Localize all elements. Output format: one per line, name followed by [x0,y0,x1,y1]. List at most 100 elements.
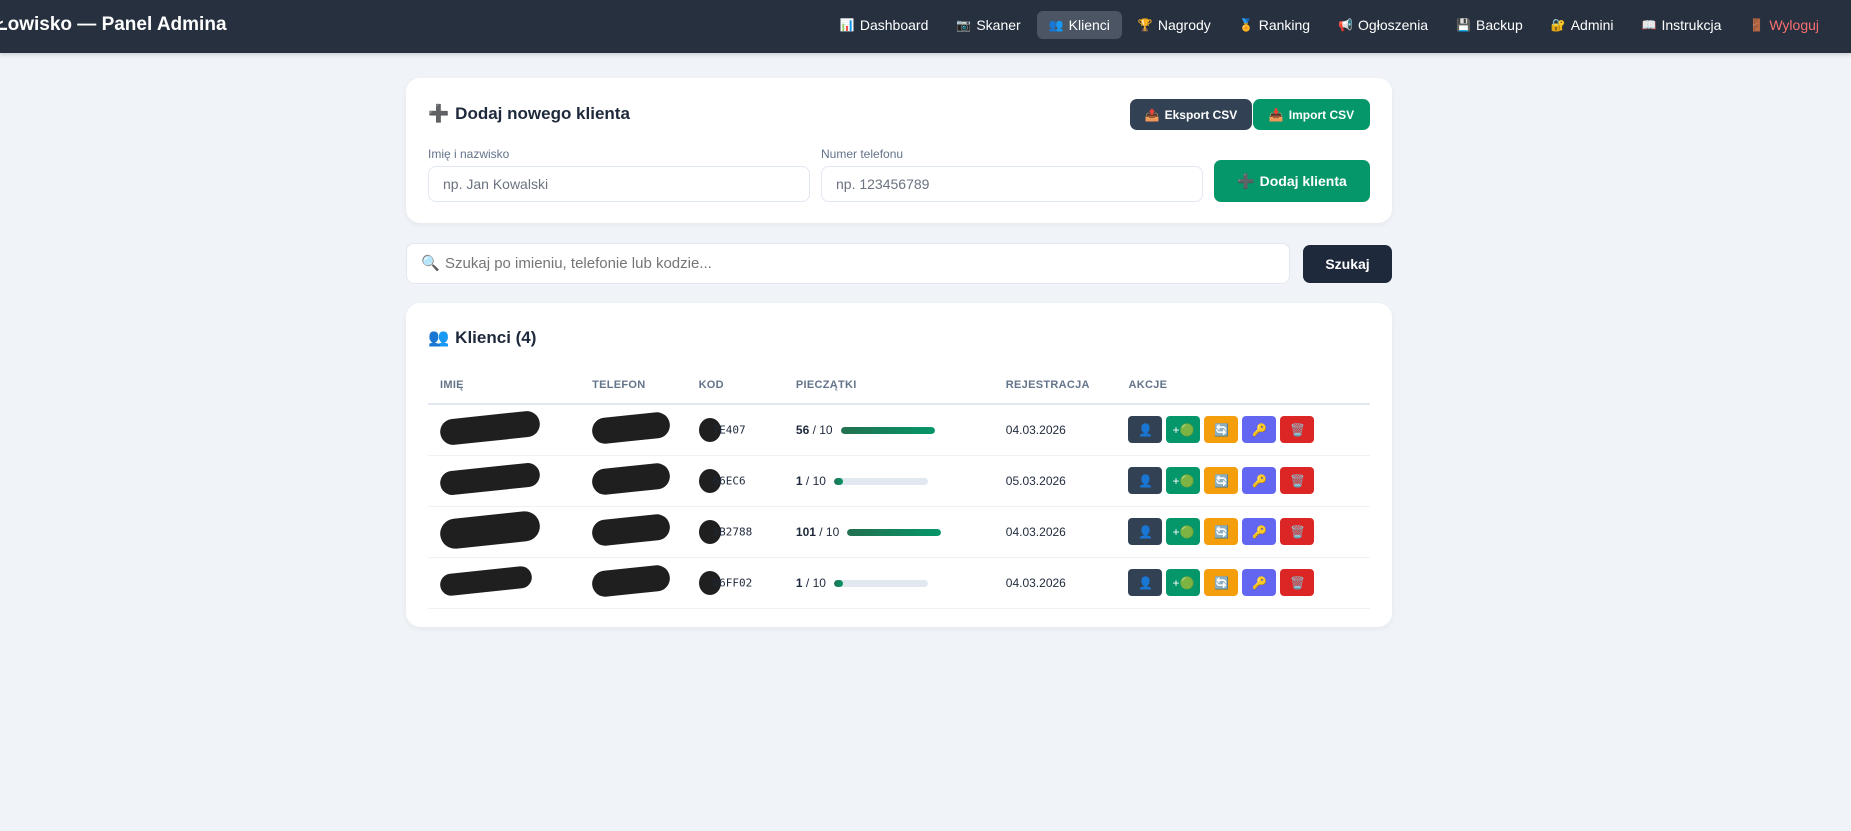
stamp-max: / 10 [805,575,826,590]
client-code: 7E407 [712,423,746,437]
add-stamp-icon: +🟢 [1172,575,1195,590]
key-button[interactable]: 🔑 [1242,467,1277,494]
delete-button[interactable]: 🗑️ [1280,416,1315,444]
search-icon: 🔍 [421,255,440,272]
stamp-max: / 10 [819,524,840,539]
add-stamp-button[interactable]: +🟢 [1166,416,1201,444]
client-code: 5B2788 [712,525,753,538]
key-icon: 🔑 [1251,524,1267,539]
reset-button[interactable]: 🔄 [1204,569,1239,596]
redacted-phone [590,512,672,548]
delete-icon: 🗑️ [1289,524,1305,539]
key-button[interactable]: 🔑 [1242,518,1277,545]
nav-icon: 🚪 [1749,18,1765,32]
delete-button[interactable]: 🗑️ [1280,518,1315,545]
nav-icon: 💾 [1456,18,1472,32]
profile-icon: 👤 [1137,524,1153,539]
registration-date: 04.03.2026 [993,557,1117,609]
key-button[interactable]: 🔑 [1242,569,1277,596]
profile-icon: 👤 [1137,575,1153,590]
redacted-name [439,461,541,497]
add-client-button[interactable]: ➕ Dodaj klienta [1214,160,1370,202]
search-input[interactable] [445,244,1275,283]
registration-date: 04.03.2026 [993,404,1117,456]
stamp-progress [833,477,928,485]
users-icon: 👥 [428,328,450,347]
profile-button[interactable]: 👤 [1128,467,1163,494]
table-row: D6FF02 1 / 10 04.03.2026 👤 +🟢 🔄 🔑 🗑️ [428,557,1370,609]
key-icon: 🔑 [1251,473,1267,488]
nav-admini[interactable]: 🔐 Admini [1539,11,1626,39]
nav-nagrody[interactable]: 🏆 Nagrody [1126,11,1223,39]
app-title: Łowisko — Panel Admina [0,14,227,35]
column-header: IMIĘ [428,367,581,405]
plus-icon: ➕ [1237,172,1255,189]
phone-input[interactable] [821,166,1203,202]
reset-button[interactable]: 🔄 [1204,518,1239,545]
reset-button[interactable]: 🔄 [1204,467,1239,494]
add-stamp-button[interactable]: +🟢 [1166,518,1201,545]
nav-icon: 🔐 [1550,18,1566,32]
delete-icon: 🗑️ [1289,575,1305,590]
nav-wyloguj[interactable]: 🚪 Wyloguj [1737,11,1831,39]
registration-date: 04.03.2026 [993,506,1117,558]
client-code: D6FF02 [712,576,753,589]
delete-button[interactable]: 🗑️ [1280,467,1315,494]
export-csv-button[interactable]: 📤 Eksport CSV [1130,99,1252,130]
profile-button[interactable]: 👤 [1128,569,1163,596]
add-stamp-button[interactable]: +🟢 [1166,569,1201,596]
column-header: REJESTRACJA [993,367,1117,405]
profile-button[interactable]: 👤 [1128,416,1163,444]
stamp-count: 1 [795,575,803,590]
nav-dashboard[interactable]: 📊 Dashboard [828,11,940,39]
stamp-count: 101 [795,524,816,539]
delete-icon: 🗑️ [1289,422,1305,437]
stamp-max: / 10 [805,473,826,488]
reset-icon: 🔄 [1213,422,1229,437]
add-client-card: ➕ Dodaj nowego klienta 📤 Eksport CSV 📥 Impo… [406,78,1392,223]
upload-icon: 📤 [1144,107,1160,122]
nav-icon: 📷 [956,18,972,32]
stamp-progress [847,528,942,536]
stamp-count: 1 [795,473,803,488]
registration-date: 05.03.2026 [993,455,1117,507]
clients-card: 👥 Klienci (4) IMIĘ TELEFON KOD PIECZĄTKI REJE… [406,303,1392,627]
table-row: 66EC6 1 / 10 05.03.2026 👤 +🟢 🔄 🔑 🗑️ [428,455,1370,507]
search-box: 🔍 [406,243,1290,284]
delete-button[interactable]: 🗑️ [1280,569,1315,596]
redacted-name [439,565,533,597]
stamp-count: 56 [795,422,810,437]
top-bar: Łowisko — Panel Admina 📊 Dashboard 📷 Skaner… [0,0,1851,53]
nav-instrukcja[interactable]: 📖 Instrukcja [1630,11,1734,39]
key-button[interactable]: 🔑 [1242,416,1277,444]
nav-ranking[interactable]: 🏅 Ranking [1227,11,1322,39]
redacted-phone [590,563,672,599]
nav-backup[interactable]: 💾 Backup [1444,11,1535,39]
clients-title: Klienci (4) [455,328,537,347]
search-button[interactable]: Szukaj [1303,245,1392,283]
nav-icon: 📊 [839,18,855,32]
reset-icon: 🔄 [1213,524,1229,539]
name-label: Imię i nazwisko [428,147,510,161]
nav-ogłoszenia[interactable]: 📢 Ogłoszenia [1326,11,1440,39]
reset-icon: 🔄 [1213,473,1229,488]
clients-table: IMIĘ TELEFON KOD PIECZĄTKI REJESTRACJA AKCJE … [428,367,1370,609]
add-client-title: Dodaj nowego klienta [455,104,630,123]
name-input[interactable] [428,166,810,202]
add-stamp-icon: +🟢 [1172,473,1195,488]
stamp-max: / 10 [812,422,833,437]
import-csv-button[interactable]: 📥 Import CSV [1253,99,1370,130]
add-stamp-icon: +🟢 [1172,524,1195,539]
profile-button[interactable]: 👤 [1128,518,1163,545]
add-stamp-button[interactable]: +🟢 [1166,467,1201,494]
nav-icon: 📢 [1338,18,1354,32]
plus-icon: ➕ [428,104,450,123]
table-row: 7E407 56 / 10 04.03.2026 👤 +🟢 🔄 🔑 🗑️ [428,404,1370,456]
table-row: 5B2788 101 / 10 04.03.2026 👤 +🟢 🔄 🔑 🗑️ [428,506,1370,558]
redacted-phone [590,411,672,446]
reset-button[interactable]: 🔄 [1204,416,1239,444]
delete-icon: 🗑️ [1289,473,1305,488]
stamp-progress [840,427,935,435]
nav-skaner[interactable]: 📷 Skaner [944,11,1032,39]
nav-klienci[interactable]: 👥 Klienci [1036,11,1122,39]
